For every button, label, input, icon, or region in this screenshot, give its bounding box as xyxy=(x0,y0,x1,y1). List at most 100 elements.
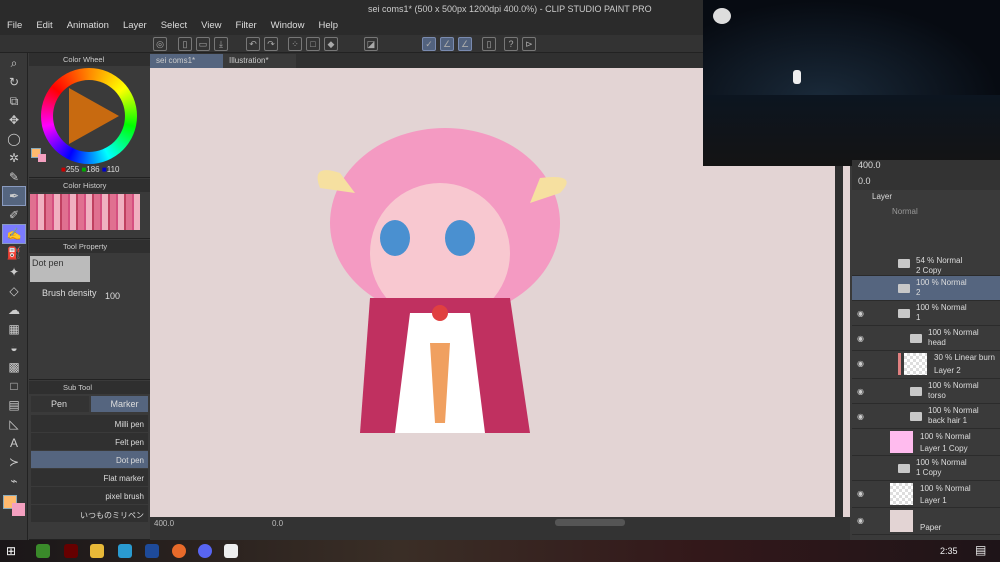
file-explorer-icon[interactable] xyxy=(90,544,104,558)
eye-icon[interactable]: ◉ xyxy=(857,309,866,318)
layer-row-selected[interactable]: 100 % Normal 2 xyxy=(852,276,1000,301)
layer-row[interactable]: 100 % Normal 1 Copy xyxy=(852,456,1000,481)
sub-tool-flat-marker[interactable]: Flat marker xyxy=(31,469,148,486)
sub-tool-group-pen[interactable]: Pen xyxy=(31,396,89,412)
device-icon[interactable]: ▯ xyxy=(482,37,496,51)
notifications-icon[interactable]: ▤ xyxy=(975,543,986,557)
menu-animation[interactable]: Animation xyxy=(60,18,116,35)
fill-bucket-icon[interactable]: ◒ xyxy=(3,339,25,357)
tab-illustration[interactable]: Illustration* xyxy=(223,54,296,68)
sub-color[interactable] xyxy=(38,154,46,162)
clip-studio-icon[interactable]: ◎ xyxy=(153,37,167,51)
layer-row[interactable]: ◉ 100 % Normal 1 xyxy=(852,301,1000,326)
layer-row[interactable]: ◉ 100 % Normal Layer 1 xyxy=(852,481,1000,508)
help-icon[interactable]: ? xyxy=(504,37,518,51)
frame-icon[interactable]: ▤ xyxy=(3,396,25,414)
open-file-icon[interactable]: ▭ xyxy=(196,37,210,51)
sub-tool-pixel-brush[interactable]: pixel brush xyxy=(31,487,148,504)
ruler-icon[interactable]: ◺ xyxy=(3,415,25,433)
zoom-tool-icon[interactable]: ⌕ xyxy=(3,54,25,72)
skype-icon[interactable] xyxy=(118,544,132,558)
fill-icon[interactable]: ◆ xyxy=(324,37,338,51)
clear-selection-icon[interactable]: ⁘ xyxy=(288,37,302,51)
tab-sei-coms1[interactable]: sei coms1* xyxy=(150,54,223,68)
angle-value[interactable]: 0.0 xyxy=(272,519,283,528)
balloon-icon[interactable]: ≻ xyxy=(3,453,25,471)
sub-tool-felt-pen[interactable]: Felt pen xyxy=(31,433,148,450)
sub-tool-custom-milli-pen[interactable]: いつものミリペン xyxy=(31,505,148,522)
eye-icon[interactable]: ◉ xyxy=(857,516,866,525)
operation-tool-icon[interactable]: ⧉ xyxy=(3,92,25,110)
layer-row-paper[interactable]: ◉ Paper xyxy=(852,508,1000,535)
layer-row[interactable]: 54 % Normal 2 Copy xyxy=(852,251,1000,276)
layer-row[interactable]: ◉ 100 % Normal torso xyxy=(852,379,1000,404)
layer-row[interactable]: ◉ 30 % Linear burn Layer 2 xyxy=(852,351,1000,379)
magic-wand-icon[interactable]: ✲ xyxy=(3,149,25,167)
windows-start-icon[interactable]: ⊞ xyxy=(6,544,20,558)
sub-color-swatch[interactable] xyxy=(12,503,25,516)
eye-icon[interactable]: ◉ xyxy=(857,334,866,343)
clock[interactable]: 2:35 xyxy=(940,546,958,556)
eye-icon[interactable]: ◉ xyxy=(857,412,866,421)
saturation-triangle[interactable] xyxy=(69,88,119,144)
clip-studio-taskbar-icon[interactable] xyxy=(224,544,238,558)
correct-line-icon[interactable]: ⌁ xyxy=(3,472,25,490)
layer-row[interactable]: ◉ 100 % Normal head xyxy=(852,326,1000,351)
eye-icon[interactable]: ◉ xyxy=(857,387,866,396)
sub-tool-dot-pen[interactable]: Dot pen xyxy=(31,451,148,468)
eye-icon[interactable]: ◉ xyxy=(857,359,866,368)
menu-filter[interactable]: Filter xyxy=(229,18,264,35)
eyedropper-icon[interactable]: ✎ xyxy=(3,168,25,186)
menu-help[interactable]: Help xyxy=(311,18,345,35)
menu-select[interactable]: Select xyxy=(154,18,194,35)
airbrush-icon[interactable]: ⛽ xyxy=(3,244,25,262)
move-tool-icon[interactable]: ✥ xyxy=(3,111,25,129)
snap-ruler-icon[interactable]: ✓ xyxy=(422,37,436,51)
text-tool-icon[interactable]: A xyxy=(3,434,25,452)
horizontal-scrollbar[interactable] xyxy=(555,519,625,526)
hollow-knight-icon[interactable] xyxy=(64,544,78,558)
blend-mode-select[interactable]: Normal xyxy=(892,207,918,216)
layer-row[interactable]: ◉ 100 % Normal back hair 1 xyxy=(852,404,1000,429)
menu-window[interactable]: Window xyxy=(264,18,312,35)
flip-icon[interactable]: ⊳ xyxy=(522,37,536,51)
hue-ring[interactable] xyxy=(41,68,137,164)
eraser-icon[interactable]: ◇ xyxy=(3,282,25,300)
sub-tool-milli-pen[interactable]: Milli pen xyxy=(31,415,148,432)
new-file-icon[interactable]: ▯ xyxy=(178,37,192,51)
gradient-icon[interactable]: ▩ xyxy=(3,358,25,376)
pen-tool-icon[interactable]: ✒ xyxy=(2,186,26,206)
menu-layer[interactable]: Layer xyxy=(116,18,154,35)
figure-icon[interactable]: □ xyxy=(3,377,25,395)
zoom-value[interactable]: 400.0 xyxy=(154,519,174,528)
eye-icon[interactable]: ◉ xyxy=(857,489,866,498)
firefox-icon[interactable] xyxy=(172,544,186,558)
crop-icon[interactable]: □ xyxy=(306,37,320,51)
redo-icon[interactable]: ↷ xyxy=(264,37,278,51)
pencil-tool-icon[interactable]: ✐ xyxy=(3,206,25,224)
menu-file[interactable]: File xyxy=(0,18,29,35)
color-history-swatches[interactable] xyxy=(30,194,140,230)
navigator-zoom[interactable]: 400.0 xyxy=(858,160,881,170)
grid-icon[interactable]: ▦ xyxy=(3,320,25,338)
sub-tool-group-marker[interactable]: Marker xyxy=(90,396,148,412)
brush-density-value[interactable]: 100 xyxy=(105,291,120,301)
rotate-tool-icon[interactable]: ↻ xyxy=(3,73,25,91)
layer-row[interactable]: 100 % Normal Layer 1 Copy xyxy=(852,429,1000,456)
menu-view[interactable]: View xyxy=(194,18,228,35)
blend-icon[interactable]: ☁ xyxy=(3,301,25,319)
snap-grid-icon[interactable]: ∠ xyxy=(458,37,472,51)
minecraft-icon[interactable] xyxy=(36,544,50,558)
show-selection-icon[interactable]: ◪ xyxy=(364,37,378,51)
save-icon[interactable]: ⤓ xyxy=(214,37,228,51)
undo-icon[interactable]: ↶ xyxy=(246,37,260,51)
lasso-tool-icon[interactable]: ◯ xyxy=(3,130,25,148)
discord-icon[interactable] xyxy=(198,544,212,558)
layer-tab[interactable]: Layer xyxy=(872,192,892,201)
decoration-icon[interactable]: ✦ xyxy=(3,263,25,281)
menu-edit[interactable]: Edit xyxy=(29,18,59,35)
powershell-icon[interactable] xyxy=(145,544,159,558)
snap-special-ruler-icon[interactable]: ∠ xyxy=(440,37,454,51)
brush-tool-icon[interactable]: ✍ xyxy=(2,224,26,244)
navigator-angle[interactable]: 0.0 xyxy=(858,176,871,186)
